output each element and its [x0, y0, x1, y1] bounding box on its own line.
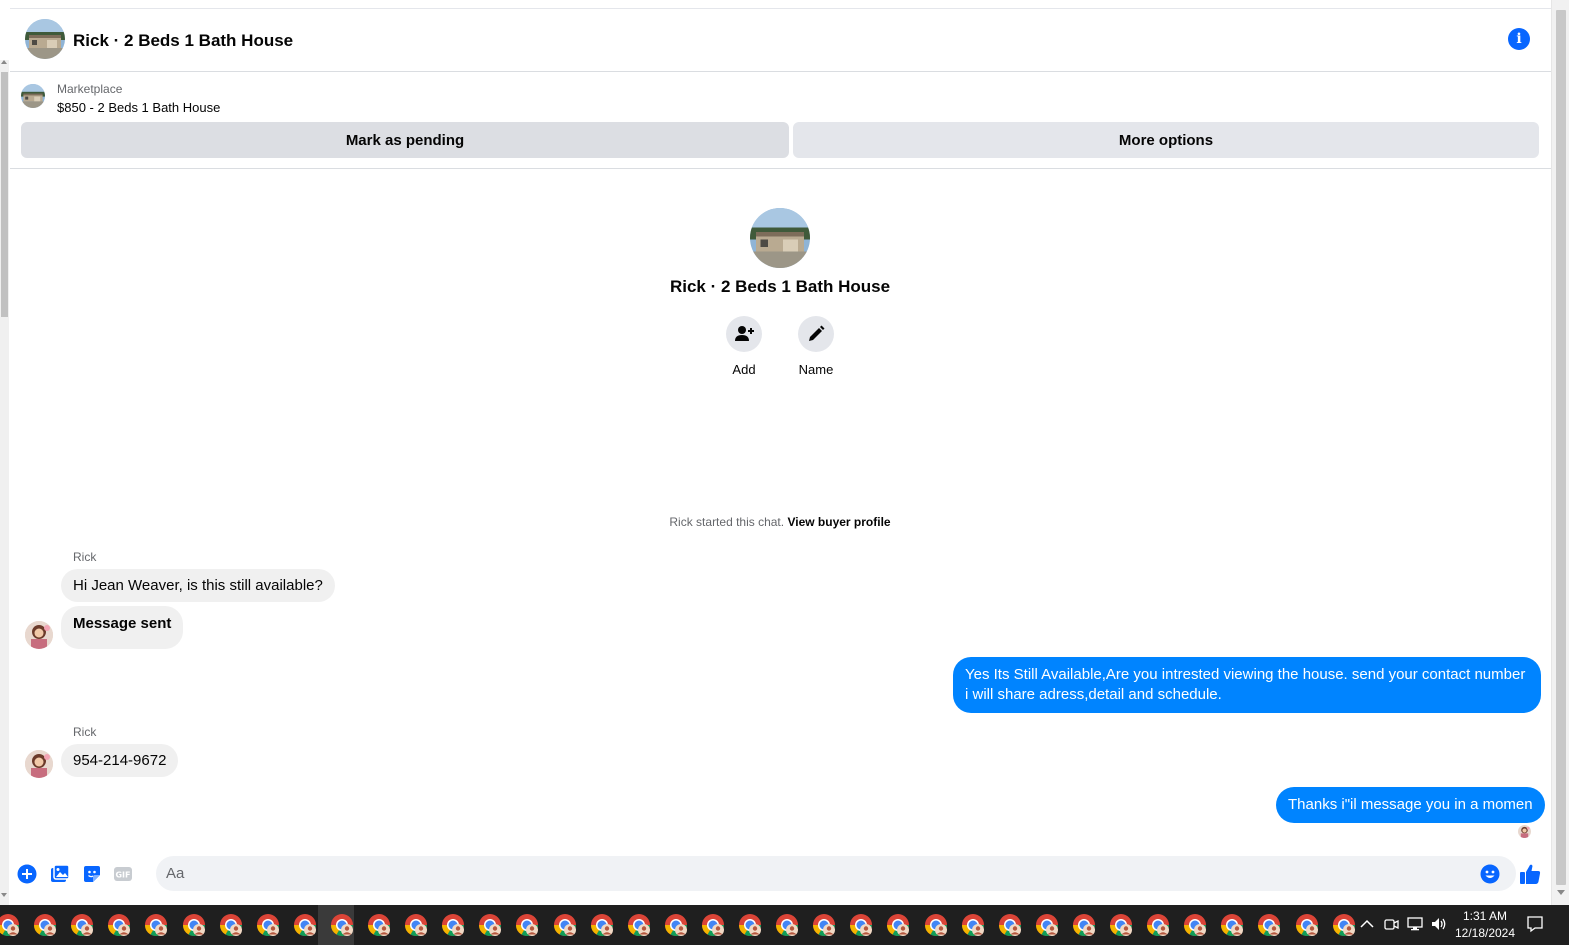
- browser-profile-icon[interactable]: [849, 913, 873, 937]
- add-label: Add: [732, 362, 756, 377]
- browser-profile-icon[interactable]: [1257, 913, 1281, 937]
- messenger-window: Rick · 2 Beds 1 Bath House i Marketplace…: [0, 0, 1569, 905]
- chat-header: Rick · 2 Beds 1 Bath House i: [10, 9, 1551, 72]
- listing-kicker: Marketplace: [57, 82, 123, 96]
- scroll-up-arrow-icon[interactable]: [1, 60, 7, 64]
- chevron-up-icon[interactable]: [1358, 915, 1376, 933]
- thumbs-up-icon[interactable]: [1518, 862, 1542, 886]
- browser-profile-icon[interactable]: [33, 913, 57, 937]
- seen-avatar: [1518, 825, 1531, 838]
- mark-as-pending-button[interactable]: Mark as pending: [21, 122, 789, 158]
- browser-profile-icon[interactable]: [886, 913, 910, 937]
- name-label: Name: [798, 362, 834, 377]
- browser-profile-icon[interactable]: [404, 913, 428, 937]
- rick-avatar[interactable]: [25, 750, 53, 778]
- browser-profile-icon[interactable]: [701, 913, 725, 937]
- clock-date: 12/18/2024: [1454, 926, 1516, 940]
- sticker-icon[interactable]: [82, 864, 102, 884]
- browser-profile-icon[interactable]: [924, 913, 948, 937]
- browser-profile-icon[interactable]: [256, 913, 280, 937]
- svg-text:GIF: GIF: [115, 871, 130, 880]
- chat-started-text: Rick started this chat.: [669, 515, 785, 529]
- browser-profile-icon[interactable]: [1109, 913, 1133, 937]
- browser-profile-icon[interactable]: [219, 913, 243, 937]
- view-buyer-profile-link[interactable]: View buyer profile: [787, 515, 890, 529]
- meet-now-icon[interactable]: [1382, 915, 1400, 933]
- name-action[interactable]: Name: [776, 316, 856, 377]
- windows-taskbar: 1:31 AM 12/18/2024: [0, 905, 1569, 945]
- browser-profile-icon[interactable]: [627, 913, 651, 937]
- marketplace-listing-bar: Marketplace $850 - 2 Beds 1 Bath House M…: [10, 73, 1551, 169]
- message-input[interactable]: [156, 856, 1516, 891]
- info-icon[interactable]: i: [1508, 28, 1530, 50]
- scroll-down-arrow-icon[interactable]: [1, 893, 7, 897]
- browser-profile-icon[interactable]: [1295, 913, 1319, 937]
- message-sender: Rick: [73, 550, 97, 564]
- browser-profile-icon[interactable]: [590, 913, 614, 937]
- listing-title[interactable]: $850 - 2 Beds 1 Bath House: [57, 100, 220, 115]
- browser-profile-icon[interactable]: [515, 913, 539, 937]
- outgoing-message[interactable]: Yes Its Still Available,Are you intreste…: [953, 657, 1541, 713]
- browser-profile-icon[interactable]: [478, 913, 502, 937]
- gif-icon[interactable]: GIF: [113, 864, 133, 884]
- chat-title[interactable]: Rick · 2 Beds 1 Bath House: [73, 31, 293, 51]
- message-sender: Rick: [73, 725, 97, 739]
- emoji-icon[interactable]: [1480, 864, 1500, 884]
- browser-profile-icon[interactable]: [961, 913, 985, 937]
- browser-profile-icon[interactable]: [553, 913, 577, 937]
- network-icon[interactable]: [1406, 915, 1424, 933]
- add-person-icon[interactable]: [726, 316, 762, 352]
- browser-profile-icon[interactable]: [1220, 913, 1244, 937]
- more-options-button[interactable]: More options: [793, 122, 1539, 158]
- browser-profile-icon[interactable]: [182, 913, 206, 937]
- message-sent-card[interactable]: Message sent: [61, 606, 184, 649]
- browser-profile-icon[interactable]: [812, 913, 836, 937]
- right-scrollbar-thumb[interactable]: [1556, 10, 1566, 885]
- browser-profile-icon[interactable]: [367, 913, 391, 937]
- incoming-message[interactable]: Hi Jean Weaver, is this still available?: [61, 569, 335, 602]
- browser-profile-icon[interactable]: [664, 913, 688, 937]
- message-composer: GIF: [10, 850, 1551, 896]
- add-people-action[interactable]: Add: [704, 316, 784, 377]
- plus-icon[interactable]: [17, 864, 37, 884]
- pencil-icon[interactable]: [798, 316, 834, 352]
- left-scrollbar[interactable]: [0, 60, 9, 905]
- system-clock[interactable]: 1:31 AM 12/18/2024: [1450, 908, 1520, 942]
- rick-avatar[interactable]: [25, 621, 53, 649]
- notifications-icon[interactable]: [1526, 915, 1544, 933]
- browser-profile-icon[interactable]: [1146, 913, 1170, 937]
- chat-avatar[interactable]: [25, 19, 65, 59]
- browser-profile-icon[interactable]: [1183, 913, 1207, 937]
- incoming-message[interactable]: 954-214-9672: [61, 744, 179, 777]
- chat-started-note: Rick started this chat. View buyer profi…: [0, 515, 1560, 529]
- scroll-down-arrow-icon[interactable]: [1557, 890, 1565, 895]
- browser-profile-icon[interactable]: [70, 913, 94, 937]
- intro-title: Rick · 2 Beds 1 Bath House: [669, 277, 891, 296]
- outgoing-message[interactable]: Thanks i"il message you in a momen: [1276, 787, 1545, 823]
- browser-profile-icon[interactable]: [293, 913, 317, 937]
- clock-time: 1:31 AM: [1462, 909, 1508, 923]
- browser-profile-icon[interactable]: [330, 913, 354, 937]
- photo-icon[interactable]: [50, 864, 70, 884]
- browser-profile-icon[interactable]: [1332, 913, 1356, 937]
- listing-thumbnail[interactable]: [21, 84, 45, 108]
- browser-profile-icon[interactable]: [1072, 913, 1096, 937]
- browser-profile-icon[interactable]: [1035, 913, 1059, 937]
- browser-profile-icon[interactable]: [998, 913, 1022, 937]
- volume-icon[interactable]: [1430, 915, 1448, 933]
- page-top-border: [10, 0, 1551, 9]
- browser-profile-icon[interactable]: [441, 913, 465, 937]
- intro-avatar: [750, 208, 810, 268]
- browser-profile-icon[interactable]: [0, 913, 20, 937]
- right-scrollbar[interactable]: [1551, 0, 1569, 905]
- browser-profile-icon[interactable]: [775, 913, 799, 937]
- browser-profile-icon[interactable]: [107, 913, 131, 937]
- browser-profile-icon[interactable]: [144, 913, 168, 937]
- browser-profile-icon[interactable]: [738, 913, 762, 937]
